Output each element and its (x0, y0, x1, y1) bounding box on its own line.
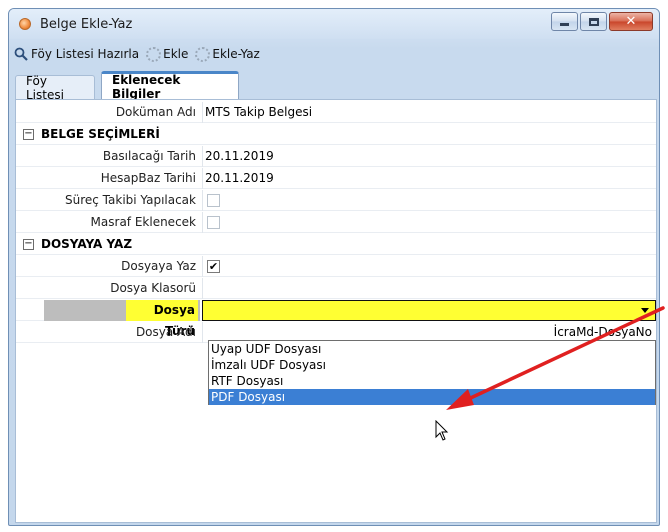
dosya-klasoru-label: Dosya Klasorü (110, 281, 196, 295)
minimize-button[interactable] (551, 12, 578, 31)
toolbar: Föy Listesi Hazırla Ekle Ekle-Yaz (13, 43, 266, 65)
masraf-eklenecek-cell (202, 212, 656, 233)
foy-listesi-hazirla-button[interactable]: Föy Listesi Hazırla (13, 46, 139, 62)
dosya-turu-label: Dosya Türü (126, 300, 198, 338)
hesapbaz-tarihi-label: HesapBaz Tarihi (100, 171, 196, 185)
property-grid: Doküman Adı MTS Takip Belgesi − BELGE SE… (15, 99, 657, 523)
section-title: DOSYAYA YAZ (41, 237, 133, 251)
row-dokuman-adi: Doküman Adı MTS Takip Belgesi (16, 102, 656, 123)
minimize-icon (560, 23, 569, 26)
tab-label: Föy Listesi (26, 73, 64, 102)
window-controls: ✕ (549, 12, 653, 31)
dropdown-option[interactable]: İmzalı UDF Dosyası (209, 357, 655, 373)
dialog-window: Belge Ekle-Yaz ✕ Föy Listesi Hazırla Ekl… (8, 8, 660, 526)
row-surec-takibi: Süreç Takibi Yapılacak (16, 190, 656, 211)
search-icon (13, 46, 29, 62)
dosyaya-yaz-cell: ✔ (202, 256, 656, 277)
tab-eklenecek-bilgiler[interactable]: Eklenecek Bilgiler (101, 71, 239, 101)
title-bar[interactable]: Belge Ekle-Yaz ✕ (9, 9, 659, 39)
tab-foy-listesi[interactable]: Föy Listesi (15, 73, 95, 102)
maximize-icon (588, 17, 599, 26)
close-icon: ✕ (625, 14, 637, 29)
row-basilacagi-tarih: Basılacağı Tarih 20.11.2019 (16, 146, 656, 167)
masraf-eklenecek-label: Masraf Eklenecek (90, 215, 196, 229)
close-button[interactable]: ✕ (609, 12, 653, 31)
tab-bar: Föy Listesi Eklenecek Bilgiler (9, 71, 659, 102)
dosya-turu-dropdown-list: Uyap UDF Dosyası İmzalı UDF Dosyası RTF … (208, 340, 656, 405)
mouse-cursor-icon (435, 420, 449, 441)
tab-label: Eklenecek Bilgiler (112, 72, 181, 101)
window-title: Belge Ekle-Yaz (40, 16, 133, 32)
app-icon (19, 18, 31, 30)
dosyaya-yaz-label: Dosyaya Yaz (121, 259, 196, 273)
dokuman-adi-field[interactable]: MTS Takip Belgesi (202, 102, 656, 123)
row-dosyaya-yaz: Dosyaya Yaz ✔ (16, 256, 656, 277)
collapse-icon[interactable]: − (23, 129, 34, 140)
foy-listesi-hazirla-label: Föy Listesi Hazırla (31, 47, 140, 61)
ekle-yaz-button[interactable]: Ekle-Yaz (194, 46, 260, 62)
ekle-label: Ekle (163, 47, 189, 61)
dosyaya-yaz-checkbox[interactable]: ✔ (207, 260, 220, 273)
dokuman-adi-label: Doküman Adı (115, 105, 196, 119)
ekle-button[interactable]: Ekle (145, 46, 188, 62)
section-dosyaya-yaz[interactable]: − DOSYAYA YAZ (16, 234, 656, 255)
surec-takibi-label: Süreç Takibi Yapılacak (64, 193, 196, 207)
dosya-klasoru-field[interactable] (202, 278, 656, 299)
row-dosya-turu: Dosya Türü (16, 300, 656, 338)
hesapbaz-tarihi-field[interactable]: 20.11.2019 (202, 168, 656, 189)
maximize-button[interactable] (580, 12, 607, 31)
surec-takibi-cell (202, 190, 656, 211)
basilacagi-tarih-label: Basılacağı Tarih (102, 149, 196, 163)
section-title: BELGE SEÇİMLERİ (41, 127, 160, 141)
section-belge-secimleri[interactable]: − BELGE SEÇİMLERİ (16, 124, 656, 145)
dropdown-option-selected[interactable]: PDF Dosyası (209, 389, 655, 405)
dosya-turu-select[interactable] (202, 300, 656, 321)
basilacagi-tarih-field[interactable]: 20.11.2019 (202, 146, 656, 167)
row-masraf-eklenecek: Masraf Eklenecek (16, 212, 656, 233)
spinner-icon (194, 46, 210, 62)
dropdown-option[interactable]: RTF Dosyası (209, 373, 655, 389)
surec-takibi-checkbox[interactable] (207, 194, 220, 207)
row-dosya-klasoru: Dosya Klasorü (16, 278, 656, 299)
collapse-icon[interactable]: − (23, 239, 34, 250)
spinner-icon (145, 46, 161, 62)
dosya-adi-label: Dosya Adı (135, 325, 196, 339)
ekle-yaz-label: Ekle-Yaz (212, 47, 260, 61)
masraf-eklenecek-checkbox[interactable] (207, 216, 220, 229)
row-hesapbaz-tarihi: HesapBaz Tarihi 20.11.2019 (16, 168, 656, 189)
dropdown-option[interactable]: Uyap UDF Dosyası (209, 341, 655, 357)
chevron-down-icon[interactable] (641, 308, 649, 313)
